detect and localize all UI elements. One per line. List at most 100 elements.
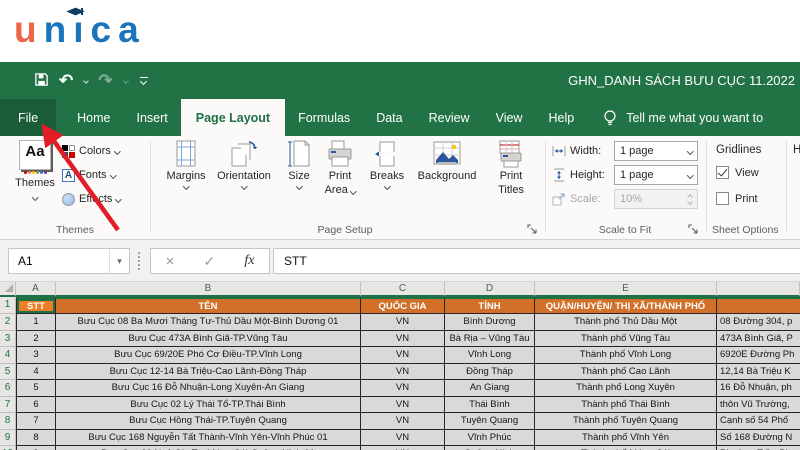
cell-quanhuyen[interactable]: Thành phố Tuyên Quang [535, 413, 717, 430]
background-button[interactable]: Background [412, 140, 482, 182]
themes-button[interactable]: Aa Themes [10, 140, 60, 202]
header-cell-quocgia[interactable]: QUỐC GIA [361, 297, 445, 314]
cell-diachi[interactable]: 6920E Đường Ph [717, 347, 800, 364]
tab-data[interactable]: Data [363, 99, 415, 136]
cell-stt[interactable]: 4 [16, 363, 56, 380]
size-button[interactable]: Size [281, 140, 317, 190]
cell-tinh[interactable]: Vĩnh Phúc [445, 429, 535, 446]
row-header[interactable]: 8 [0, 413, 16, 430]
cell-ten[interactable]: Bưu Cục 12-14 Bà Triệu-Cao Lãnh-Đồng Thá… [56, 363, 361, 380]
undo-dropdown-icon[interactable] [83, 77, 90, 84]
col-header-c[interactable]: C [361, 282, 445, 297]
cell-quocgia[interactable]: VN [361, 380, 445, 397]
formula-input[interactable]: STT [273, 248, 800, 274]
customize-qat-button[interactable] [139, 77, 148, 86]
cell-diachi[interactable]: 12,14 Bà Triệu K [717, 363, 800, 380]
cell-stt[interactable]: 6 [16, 396, 56, 413]
cell-stt[interactable]: 2 [16, 330, 56, 347]
select-all-button[interactable] [0, 282, 16, 297]
cancel-button[interactable]: × [166, 253, 175, 270]
cell-quanhuyen[interactable]: Thành phố Thủ Dầu Một [535, 314, 717, 331]
header-cell-f[interactable] [717, 297, 800, 314]
tab-formulas[interactable]: Formulas [285, 99, 363, 136]
col-header-f[interactable] [717, 282, 800, 297]
height-select[interactable]: 1 page [614, 165, 698, 185]
redo-button[interactable]: ↷ [98, 72, 112, 89]
cell-quocgia[interactable]: VN [361, 363, 445, 380]
cell-ten[interactable]: Bưu Cục 02 Lý Thái Tổ-TP.Thái Bình [56, 396, 361, 413]
tab-review[interactable]: Review [416, 99, 483, 136]
cell-stt[interactable]: 3 [16, 347, 56, 364]
header-cell-quanhuyen[interactable]: QUẬN/HUYỆN/ THỊ XÃ/THÀNH PHỐ [535, 297, 717, 314]
row-header[interactable]: 9 [0, 429, 16, 446]
cell-ten[interactable]: Bưu Cục 69/20E Phó Cơ Điều-TP.Vĩnh Long [56, 347, 361, 364]
cell-tinh[interactable]: Bình Dương [445, 314, 535, 331]
row-header[interactable]: 6 [0, 380, 16, 397]
cell-quanhuyen[interactable]: Thành phố Cao Lãnh [535, 363, 717, 380]
col-header-b[interactable]: B [56, 282, 361, 297]
header-cell-tinh[interactable]: TỈNH [445, 297, 535, 314]
header-cell-stt[interactable]: STT [16, 297, 56, 314]
cell-quanhuyen[interactable]: Thành phố Vũng Tàu [535, 330, 717, 347]
cell-diachi[interactable]: thôn Vũ Trường, [717, 396, 800, 413]
cell-quanhuyen[interactable]: Thành phố Móng Cái [535, 446, 717, 450]
name-box[interactable]: A1 ▾ [8, 248, 130, 274]
cell-tinh[interactable]: Thái Bình [445, 396, 535, 413]
cell-quanhuyen[interactable]: Thành phố Thái Bình [535, 396, 717, 413]
cell-tinh[interactable]: Bà Rịa – Vũng Tàu [445, 330, 535, 347]
tab-page-layout[interactable]: Page Layout [180, 99, 286, 136]
colors-button[interactable]: Colors [62, 142, 121, 160]
cell-diachi[interactable]: 473A Bình Giã, P [717, 330, 800, 347]
tab-file[interactable]: File [0, 99, 57, 136]
cell-ten[interactable]: Bưu Cục 16 Đỗ Nhuận-Long Xuyên-An Giang [56, 380, 361, 397]
print-area-button[interactable]: Print Area [318, 140, 362, 196]
page-setup-dialog-launcher[interactable] [527, 224, 538, 235]
tell-me-search[interactable]: Tell me what you want to [603, 99, 763, 136]
formula-bar-grip[interactable] [138, 252, 140, 270]
cell-diachi[interactable]: Cạnh số 54 Phố [717, 413, 800, 430]
cell-tinh[interactable]: Đồng Tháp [445, 363, 535, 380]
cell-quocgia[interactable]: VN [361, 413, 445, 430]
col-header-e[interactable]: E [535, 282, 717, 297]
tab-home[interactable]: Home [64, 99, 123, 136]
cell-quocgia[interactable]: VN [361, 314, 445, 331]
name-box-dropdown-icon[interactable]: ▾ [109, 249, 129, 273]
gridlines-print-checkbox[interactable]: Print [716, 192, 758, 205]
effects-button[interactable]: Effects [62, 190, 122, 208]
save-button[interactable] [34, 72, 49, 90]
tab-view[interactable]: View [483, 99, 536, 136]
breaks-button[interactable]: Breaks [364, 140, 410, 190]
cell-tinh[interactable]: Vĩnh Long [445, 347, 535, 364]
row-header[interactable]: 7 [0, 396, 16, 413]
cell-diachi[interactable]: Số 168 Đường N [717, 429, 800, 446]
cell-ten[interactable]: Bưu Cục 20 Ngô Gia Tự-Móng Cái-Quảng Nin… [56, 446, 361, 450]
cell-stt[interactable]: 8 [16, 429, 56, 446]
row-header[interactable]: 5 [0, 363, 16, 380]
cell-quocgia[interactable]: VN [361, 446, 445, 450]
orientation-button[interactable]: Orientation [212, 140, 276, 190]
insert-function-button[interactable]: fx [244, 253, 254, 269]
cell-tinh[interactable]: An Giang [445, 380, 535, 397]
tab-insert[interactable]: Insert [124, 99, 181, 136]
cell-tinh[interactable]: Tuyên Quang [445, 413, 535, 430]
margins-button[interactable]: Margins [160, 140, 212, 190]
col-header-d[interactable]: D [445, 282, 535, 297]
cell-stt[interactable]: 9 [16, 446, 56, 450]
width-select[interactable]: 1 page [614, 141, 698, 161]
cell-stt[interactable]: 5 [16, 380, 56, 397]
cell-quanhuyen[interactable]: Thành phố Vĩnh Yên [535, 429, 717, 446]
print-titles-button[interactable]: Print Titles [489, 140, 533, 196]
cell-quocgia[interactable]: VN [361, 347, 445, 364]
cell-diachi[interactable]: 08 Đường 304, p [717, 314, 800, 331]
row-header[interactable]: 2 [0, 314, 16, 331]
fonts-button[interactable]: A Fonts [62, 166, 116, 184]
enter-button[interactable]: ✓ [203, 253, 215, 270]
cell-ten[interactable]: Bưu Cục 08 Ba Mươi Tháng Tư-Thủ Dầu Một-… [56, 314, 361, 331]
row-header[interactable]: 3 [0, 330, 16, 347]
undo-button[interactable]: ↶ [59, 72, 73, 89]
cell-diachi[interactable]: Phường Trần Ph [717, 446, 800, 450]
cell-stt[interactable]: 1 [16, 314, 56, 331]
cell-quocgia[interactable]: VN [361, 429, 445, 446]
cell-tinh[interactable]: Quảng Ninh [445, 446, 535, 450]
scale-to-fit-dialog-launcher[interactable] [688, 224, 699, 235]
